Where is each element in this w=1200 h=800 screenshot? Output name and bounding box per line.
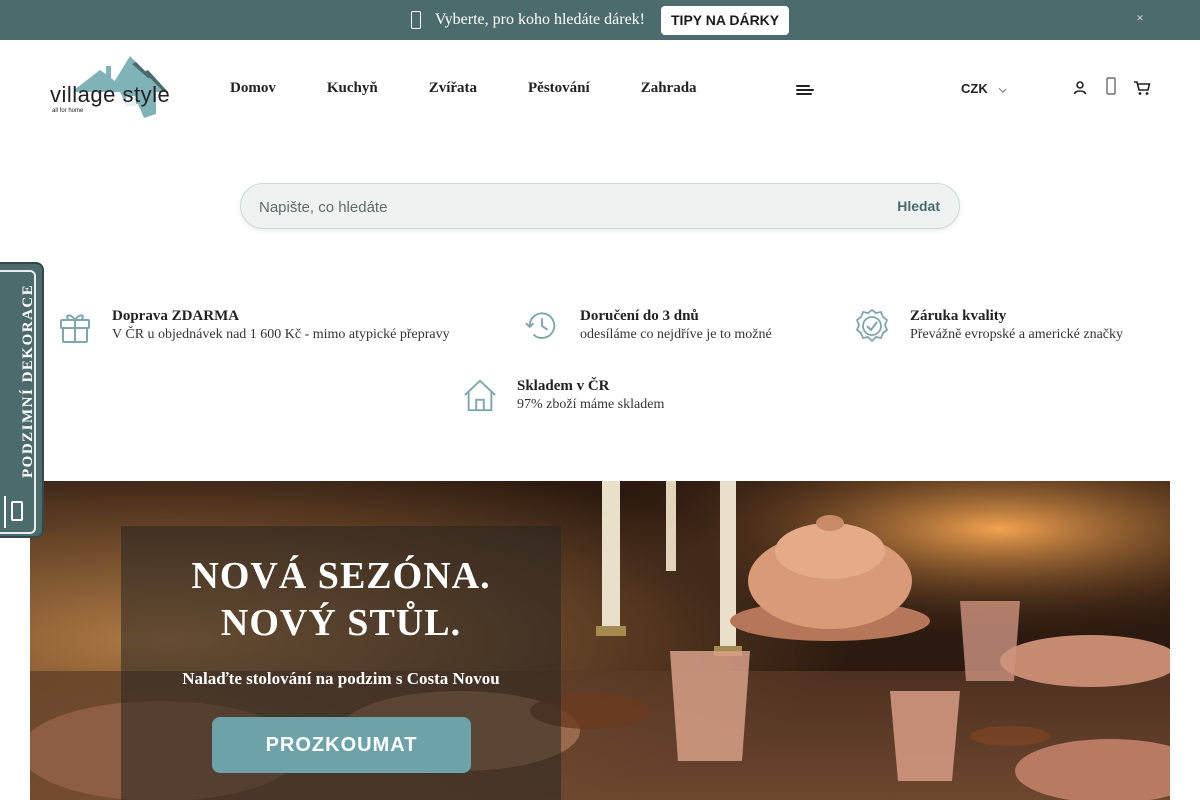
explore-button[interactable]: PROZKOUMAT [212, 717, 471, 773]
clock-history-icon [525, 312, 556, 339]
feature-title: Skladem v ČR [517, 378, 610, 394]
feature-delivery: Doručení do 3 dnů odesíláme co nejdříve … [524, 308, 824, 348]
autumn-decor-side-tab[interactable]: PODZIMNÍ DEKORACE [0, 262, 44, 538]
hero-subtitle: Nalaďte stolování na podzim s Costa Novo… [182, 669, 500, 688]
feature-quality: Záruka kvality Převážně evropské a ameri… [854, 308, 1154, 348]
search-input[interactable] [259, 197, 859, 217]
logo-text: village style [50, 82, 171, 107]
close-icon[interactable]: ✕ [1136, 13, 1144, 25]
logo-tagline: all for home [52, 108, 84, 114]
gift-icon [4, 496, 23, 528]
feature-subtitle: V ČR u objednávek nad 1 600 Kč - mimo at… [112, 327, 450, 342]
announcement-bar: Vyberte, pro koho hledáte dárek! TIPY NA… [0, 0, 1200, 40]
nav-item-zahrada[interactable]: Zahrada [641, 80, 697, 97]
feature-title: Doprava ZDARMA [112, 308, 240, 324]
cart-icon[interactable] [1133, 80, 1151, 96]
feature-title: Záruka kvality [910, 308, 1007, 324]
nav-item-domov[interactable]: Domov [230, 80, 276, 97]
user-icon[interactable] [1072, 80, 1088, 96]
feature-title: Doručení do 3 dnů [580, 308, 699, 324]
nav-item-zvirata[interactable]: Zvířata [429, 80, 477, 97]
chevron-down-icon[interactable] [998, 85, 1007, 93]
search-bar: Hledat [240, 183, 960, 229]
search-button[interactable]: Hledat [897, 198, 940, 214]
site-header: village style all for home Domov Kuchyň … [0, 40, 1200, 140]
heart-icon[interactable] [1105, 77, 1117, 95]
gift-tips-button[interactable]: TIPY NA DÁRKY [661, 5, 790, 35]
gift-icon [410, 11, 421, 29]
hero-title-line2: NOVÝ STŮL. [220, 602, 462, 644]
feature-subtitle: Převážně evropské a americké značky [910, 327, 1123, 342]
hero-title-line1: NOVÁ SEZÓNA. [191, 555, 491, 597]
quality-badge-icon [855, 308, 889, 343]
feature-free-shipping: Doprava ZDARMA V ČR u objednávek nad 1 6… [58, 308, 478, 348]
logo[interactable]: village style all for home [48, 52, 184, 122]
nav-item-pestovani[interactable]: Pěstování [528, 80, 590, 97]
feature-in-stock: Skladem v ČR 97% zboží máme skladem [462, 378, 762, 418]
nav-item-kuchyn[interactable]: Kuchyň [327, 80, 378, 97]
side-tab-label: PODZIMNÍ DEKORACE [20, 283, 36, 478]
gift-icon [60, 314, 90, 343]
main-nav: Domov Kuchyň Zvířata Pěstování Zahrada [230, 80, 748, 97]
currency-selector[interactable]: CZK [961, 81, 988, 96]
hero-banner: NOVÁ SEZÓNA. NOVÝ STŮL. Nalaďte stolován… [30, 481, 1170, 800]
hero-title: NOVÁ SEZÓNA. NOVÝ STŮL. [121, 553, 561, 647]
announcement-message: Vyberte, pro koho hledáte dárek! [434, 11, 645, 28]
feature-subtitle: 97% zboží máme skladem [517, 397, 665, 412]
house-icon [464, 379, 496, 412]
feature-subtitle: odesíláme co nejdříve je to možné [580, 327, 772, 342]
hamburger-menu-icon[interactable] [796, 85, 814, 97]
